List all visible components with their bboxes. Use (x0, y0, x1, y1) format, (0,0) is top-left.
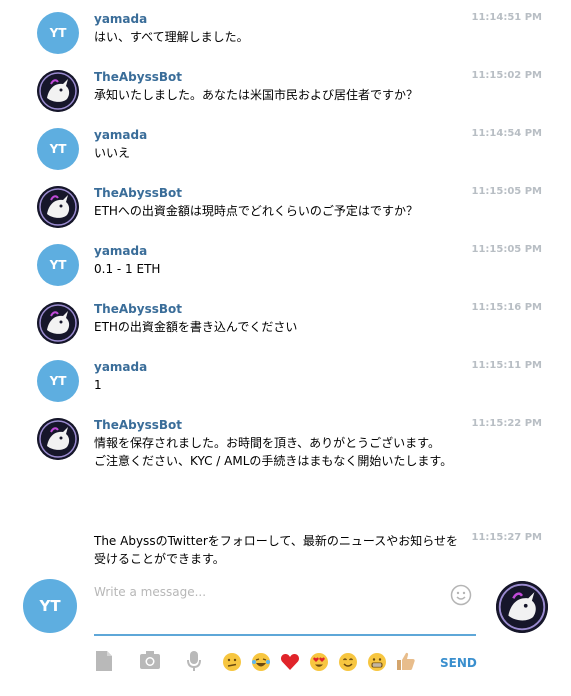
bot-avatar[interactable] (37, 70, 79, 112)
sender-name[interactable]: TheAbyssBot (94, 302, 182, 316)
avatar[interactable]: YT (37, 360, 79, 402)
sender-name[interactable]: yamada (94, 360, 147, 374)
microphone-icon[interactable] (186, 650, 202, 672)
timestamp: 11:15:05 PM (471, 244, 542, 255)
emoji-heart-eyes-icon[interactable] (309, 652, 329, 672)
avatar[interactable]: YT (37, 128, 79, 170)
message-text: ETHへの出資金額は現時点でどれくらいのご予定はですか？ (94, 204, 418, 218)
bot-avatar[interactable] (37, 302, 79, 344)
emoji-smile-icon[interactable] (338, 652, 358, 672)
message-text: The AbyssのTwitterをフォローして、最新のニュースやお知らせを受け… (94, 534, 458, 566)
timestamp: 11:15:22 PM (471, 418, 542, 429)
message-text: 0.1 - 1 ETH (94, 262, 161, 276)
unicorn-logo-icon (37, 302, 79, 344)
timestamp: 11:14:54 PM (471, 128, 542, 139)
unicorn-logo-icon (496, 581, 548, 633)
sender-name[interactable]: yamada (94, 128, 147, 142)
emoji-picker-icon[interactable] (450, 584, 472, 606)
message-composer (94, 580, 476, 636)
bot-avatar[interactable] (37, 186, 79, 228)
timestamp: 11:15:02 PM (471, 70, 542, 81)
timestamp: 11:15:27 PM (471, 532, 542, 543)
send-button[interactable]: SEND (440, 656, 477, 670)
message-input[interactable] (94, 582, 434, 602)
timestamp: 11:15:16 PM (471, 302, 542, 313)
timestamp: 11:15:11 PM (471, 360, 542, 371)
emoji-laughing-tears-icon[interactable] (251, 652, 271, 672)
avatar[interactable]: YT (37, 244, 79, 286)
timestamp: 11:14:51 PM (471, 12, 542, 23)
message-text: ETHの出資金額を書き込んでください (94, 320, 298, 334)
message-text: 承知いたしました。あなたは米国市民および居住者ですか？ (94, 88, 419, 102)
unicorn-logo-icon (37, 186, 79, 228)
sender-name[interactable]: TheAbyssBot (94, 70, 182, 84)
emoji-confused-icon[interactable] (222, 652, 242, 672)
document-icon[interactable] (94, 650, 114, 672)
message-text: 情報を保存されました。お時間を頂き、ありがとうございます。 ご注意ください、KY… (94, 436, 453, 468)
peer-avatar[interactable] (496, 581, 548, 633)
thumbs-up-icon[interactable] (396, 651, 416, 671)
composer-toolbar: SEND (0, 650, 571, 674)
emoji-grin-icon[interactable] (367, 652, 387, 672)
unicorn-logo-icon (37, 70, 79, 112)
sender-name[interactable]: TheAbyssBot (94, 418, 182, 432)
message-text: 1 (94, 378, 102, 392)
camera-icon[interactable] (139, 650, 161, 670)
unicorn-logo-icon (37, 418, 79, 460)
bot-avatar[interactable] (37, 418, 79, 460)
message-text: いいえ (94, 146, 131, 160)
my-avatar[interactable]: YT (23, 579, 77, 633)
sender-name[interactable]: TheAbyssBot (94, 186, 182, 200)
timestamp: 11:15:05 PM (471, 186, 542, 197)
sender-name[interactable]: yamada (94, 12, 147, 26)
avatar[interactable]: YT (37, 12, 79, 54)
sender-name[interactable]: yamada (94, 244, 147, 258)
chat-window: YT yamada 11:14:51 PM はい、すべて理解しました。 TheA… (0, 0, 571, 696)
heart-icon[interactable] (280, 652, 300, 672)
message-text: はい、すべて理解しました。 (94, 30, 249, 44)
